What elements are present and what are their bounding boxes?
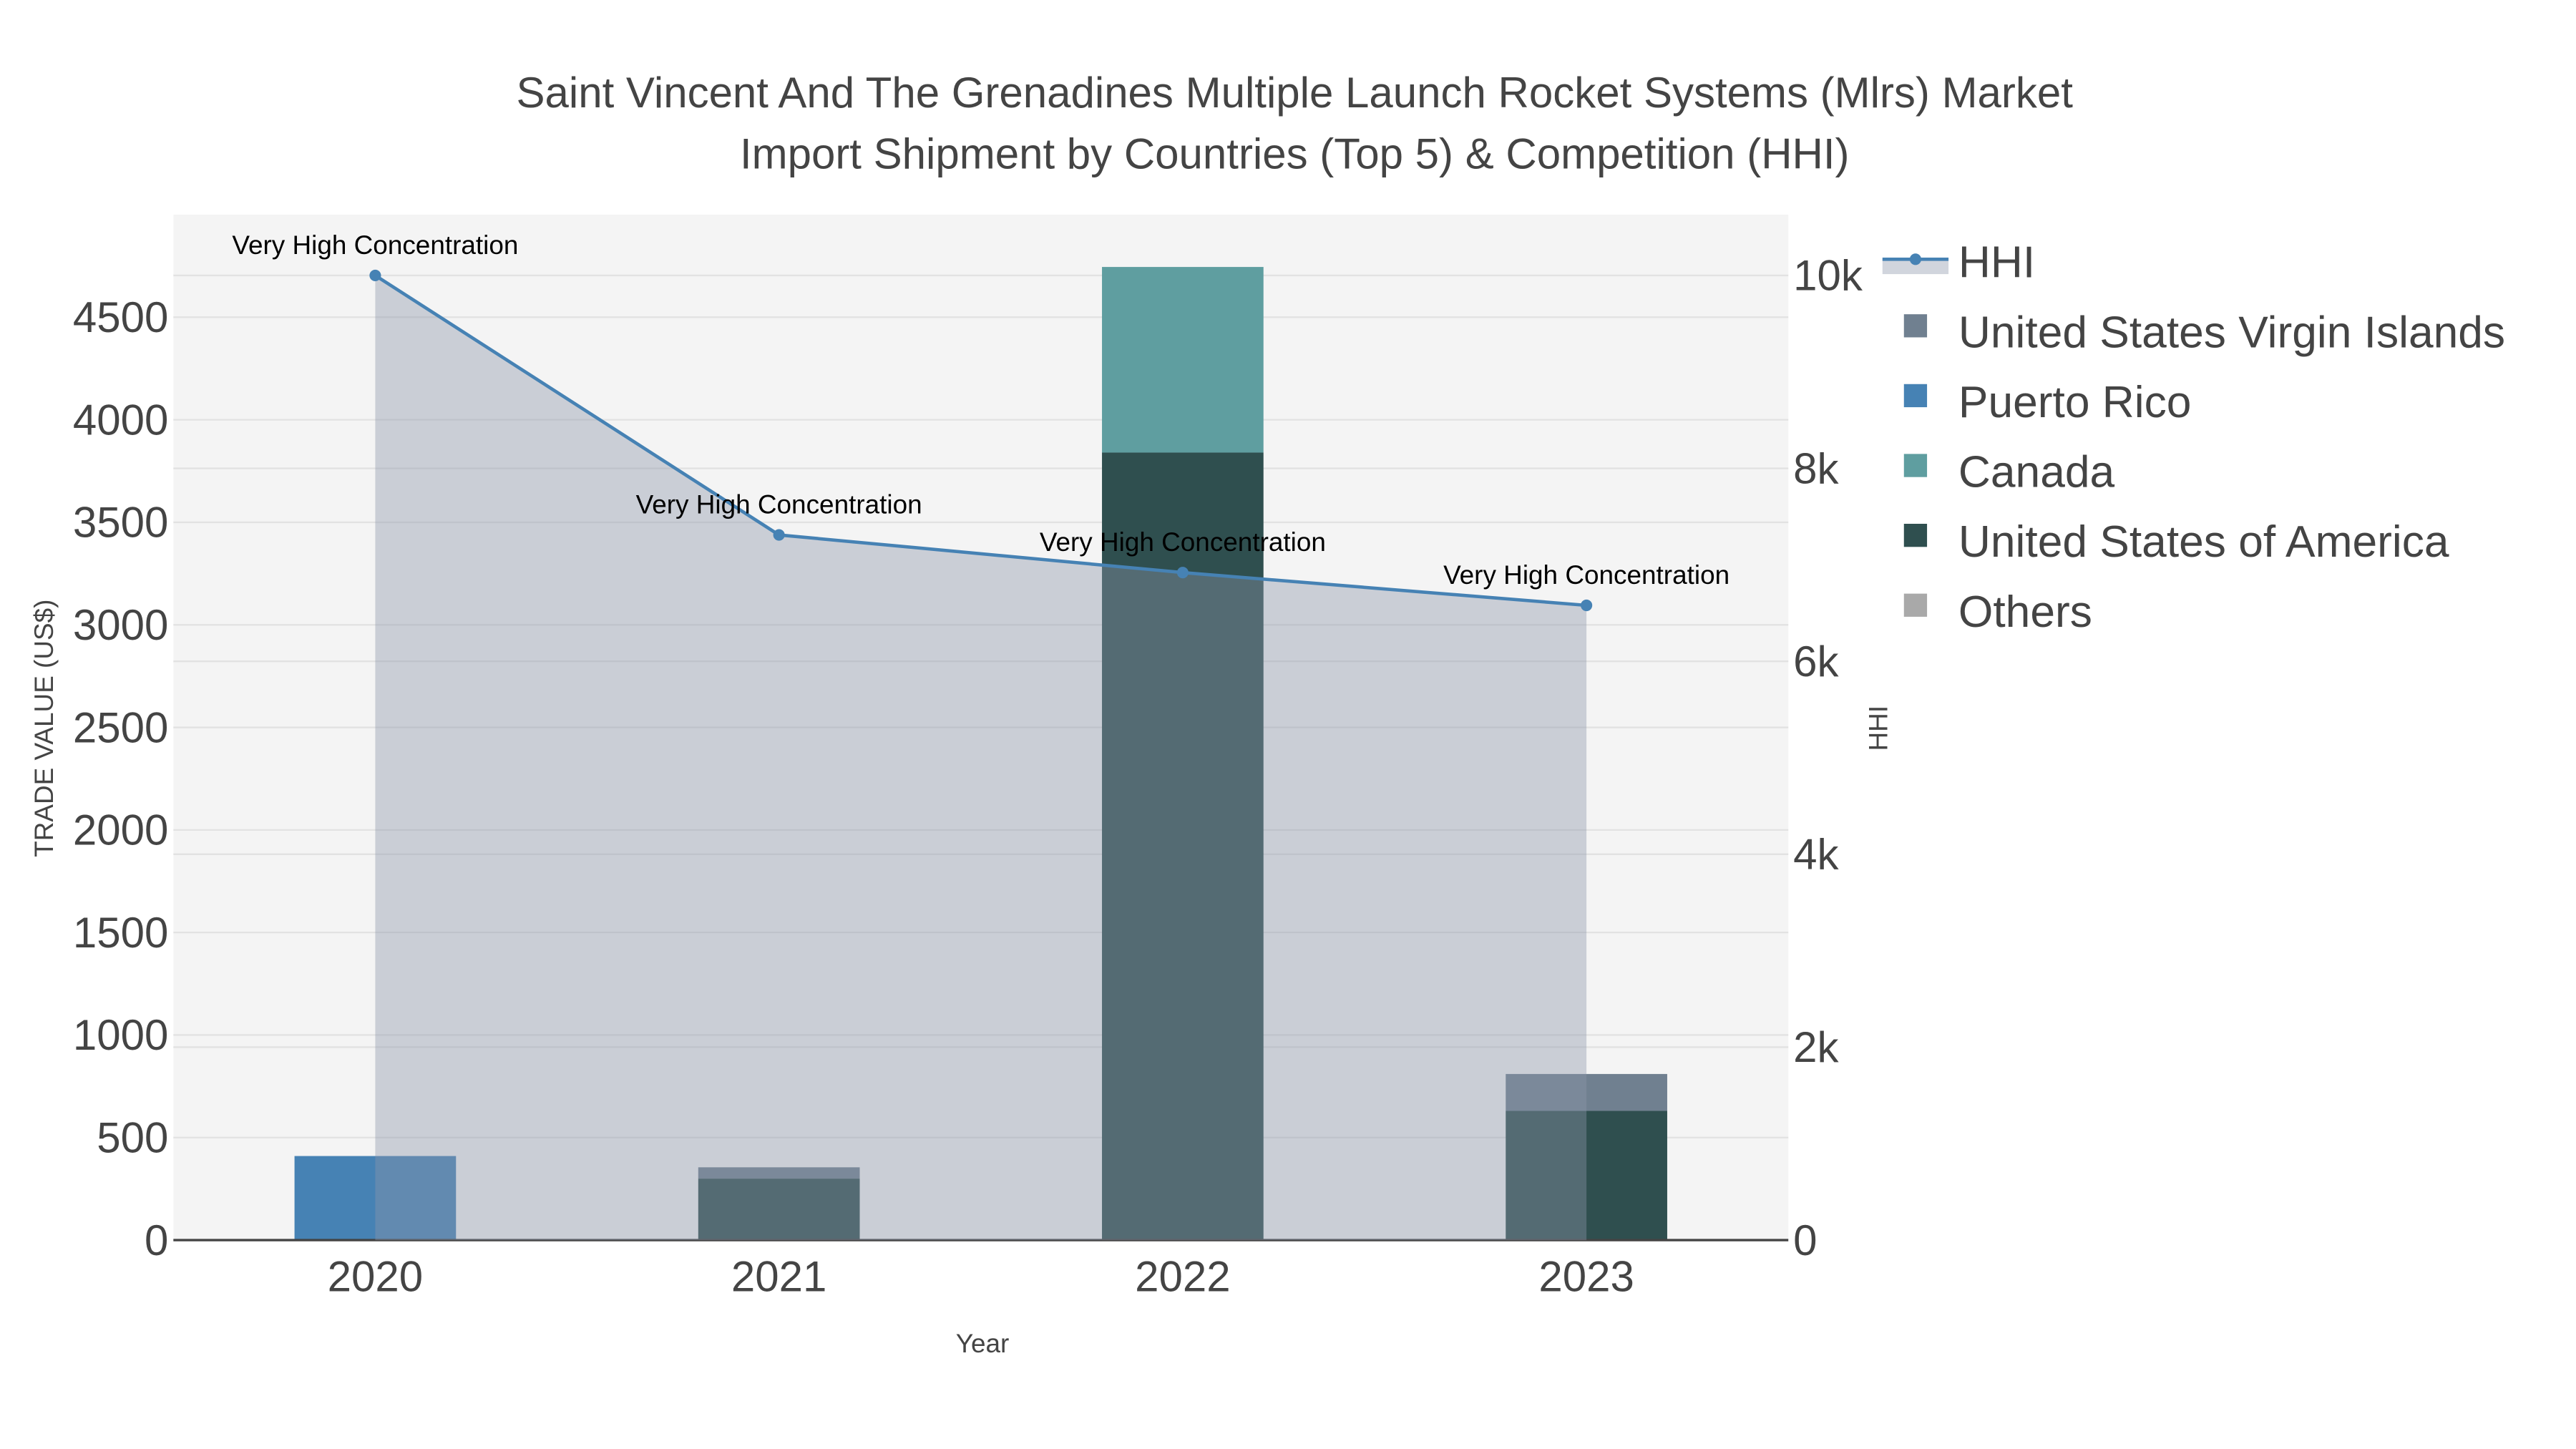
chart: Saint Vincent And The Grenadines Multipl… — [29, 69, 2505, 1358]
legend-swatch — [1903, 454, 1928, 477]
legend-item-hhi[interactable]: HHI — [1882, 238, 2035, 288]
legend-label: Canada — [1958, 448, 2115, 497]
y-tick-label: 4000 — [73, 396, 168, 444]
y-tick-label: 4500 — [73, 293, 168, 341]
legend-label: United States Virgin Islands — [1958, 308, 2505, 357]
legend-swatch — [1903, 384, 1928, 408]
y-tick-label: 2000 — [73, 806, 168, 854]
bar-canada-2022 — [1102, 267, 1264, 453]
chart-title-line-1: Saint Vincent And The Grenadines Multipl… — [517, 69, 2074, 117]
chart-title-line-2: Import Shipment by Countries (Top 5) & C… — [740, 130, 1850, 177]
x-tick-label: 2023 — [1538, 1253, 1634, 1301]
y-tick-label: 1500 — [73, 909, 168, 957]
hhi-annotation: Very High Concentration — [636, 490, 922, 519]
y-axis-title: TRADE VALUE (US$) — [29, 600, 59, 857]
hhi-point — [1176, 567, 1189, 579]
hhi-point — [1581, 599, 1593, 612]
legend-label: Puerto Rico — [1958, 378, 2191, 427]
legend-label: Others — [1958, 587, 2092, 637]
x-tick-label: 2022 — [1135, 1253, 1230, 1301]
x-tick-label: 2020 — [328, 1253, 423, 1301]
legend-item-puerto-rico[interactable]: Puerto Rico — [1903, 378, 2192, 427]
y-tick-label: 500 — [97, 1114, 168, 1162]
y2-axis-title: HHI — [1864, 706, 1893, 751]
y2-tick-label: 2k — [1793, 1023, 1839, 1071]
y2-tick-label: 10k — [1793, 252, 1863, 300]
legend-item-others[interactable]: Others — [1903, 587, 2092, 637]
hhi-annotation: Very High Concentration — [1443, 560, 1729, 590]
y2-tick-label: 4k — [1793, 831, 1839, 879]
hhi-annotation: Very High Concentration — [1040, 527, 1326, 557]
legend-item-canada[interactable]: Canada — [1903, 448, 2115, 497]
x-tick-label: 2021 — [731, 1253, 826, 1301]
legend-swatch — [1903, 524, 1928, 547]
y-tick-label: 3000 — [73, 601, 168, 649]
y-tick-label: 0 — [145, 1216, 168, 1264]
y2-tick-label: 6k — [1793, 638, 1839, 686]
y-tick-label: 1000 — [73, 1011, 168, 1059]
y-tick-label: 3500 — [73, 499, 168, 547]
legend-label: United States of America — [1958, 517, 2449, 567]
hhi-point — [369, 269, 381, 282]
x-axis-title: Year — [956, 1329, 1010, 1358]
legend-swatch — [1903, 314, 1928, 338]
hhi-point — [773, 529, 785, 541]
y-tick-label: 2500 — [73, 703, 168, 751]
y2-tick-label: 0 — [1793, 1216, 1817, 1264]
y2-tick-label: 8k — [1793, 444, 1839, 492]
legend-item-united-states-virgin-islands[interactable]: United States Virgin Islands — [1903, 308, 2505, 357]
legend-label: HHI — [1958, 238, 2035, 288]
legend-swatch — [1903, 593, 1928, 617]
hhi-annotation: Very High Concentration — [232, 230, 518, 260]
legend-item-united-states-of-america[interactable]: United States of America — [1903, 517, 2449, 567]
legend-hhi-marker — [1909, 253, 1921, 265]
